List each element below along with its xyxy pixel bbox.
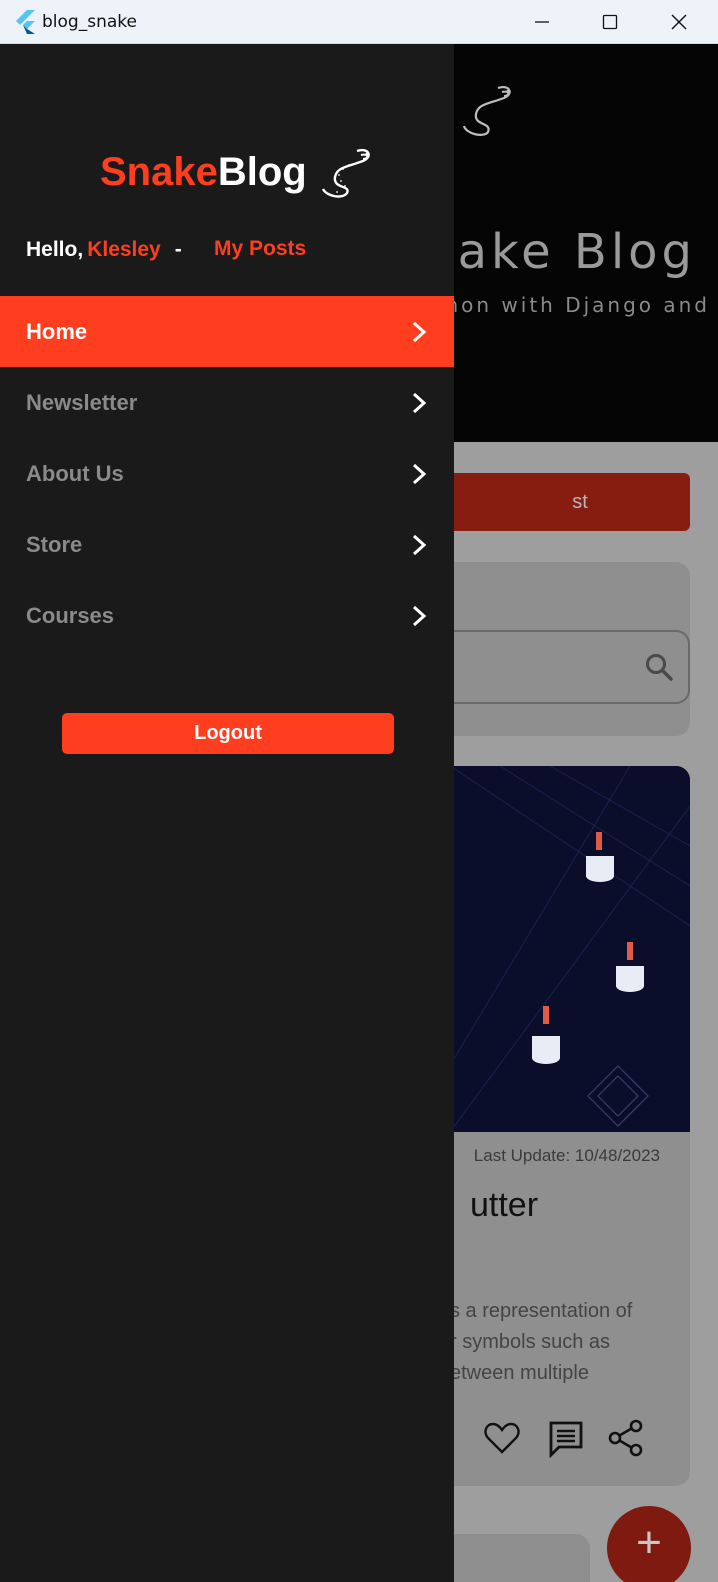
greeting: Hello, Klesley - <box>26 238 182 262</box>
user-name: Klesley <box>87 238 161 261</box>
greeting-separator: - <box>174 238 182 261</box>
my-posts-link[interactable]: My Posts <box>214 237 306 261</box>
menu-item-label: Home <box>26 318 88 344</box>
drawer-menu: Home Newsletter About Us Store Courses <box>0 296 454 651</box>
maximize-icon <box>602 14 618 30</box>
post-excerpt-line: etween multiple <box>450 1362 589 1384</box>
logout-button[interactable]: Logout <box>62 713 394 754</box>
post-excerpt-line: r symbols such as <box>450 1331 611 1353</box>
window-titlebar: blog_snake <box>0 0 718 44</box>
share-icon[interactable] <box>606 1418 646 1458</box>
menu-item-label: Courses <box>26 602 115 628</box>
post-meta: Last Update: 10/48/2023 <box>473 1146 660 1165</box>
menu-item-label: About Us <box>26 460 124 486</box>
maximize-button[interactable] <box>576 0 644 44</box>
menu-item-courses[interactable]: Courses <box>0 580 454 651</box>
brand-logo: Snake Blog <box>100 142 375 202</box>
menu-item-store[interactable]: Store <box>0 509 454 580</box>
window-title: blog_snake <box>42 12 137 32</box>
chevron-right-icon <box>412 605 427 627</box>
post-actions <box>482 1418 682 1464</box>
search-icon[interactable] <box>644 652 674 682</box>
greeting-label: Hello, <box>26 238 84 261</box>
heart-icon[interactable] <box>482 1418 522 1458</box>
plus-icon: + <box>636 1518 662 1567</box>
menu-item-label: Store <box>26 531 83 557</box>
chevron-right-icon <box>412 392 427 414</box>
minimize-button[interactable] <box>508 0 576 44</box>
post-title[interactable]: utter <box>470 1186 538 1225</box>
flutter-app-icon <box>16 10 35 34</box>
snake-logo-icon <box>321 148 370 198</box>
minimize-icon <box>535 21 549 23</box>
post-excerpt-line: s a representation of <box>450 1300 633 1322</box>
brand-name-part2: Blog <box>217 149 307 194</box>
add-post-fab[interactable]: + <box>607 1506 691 1582</box>
post-excerpt: s a representation of r symbols such as … <box>450 1296 690 1389</box>
close-button[interactable] <box>645 0 713 44</box>
menu-item-home[interactable]: Home <box>0 296 454 367</box>
brand-name-part1: Snake <box>100 149 218 194</box>
chevron-right-icon <box>412 534 427 556</box>
menu-item-about-us[interactable]: About Us <box>0 438 454 509</box>
snake-logo-icon <box>462 86 511 136</box>
close-icon <box>671 14 687 30</box>
comment-icon[interactable] <box>546 1418 586 1458</box>
chevron-right-icon <box>412 321 427 343</box>
navigation-drawer: Snake Blog Hello, Klesley - My Posts Home … <box>0 44 454 1582</box>
menu-item-label: Newsletter <box>26 389 138 415</box>
menu-item-newsletter[interactable]: Newsletter <box>0 367 454 438</box>
chevron-right-icon <box>412 463 427 485</box>
